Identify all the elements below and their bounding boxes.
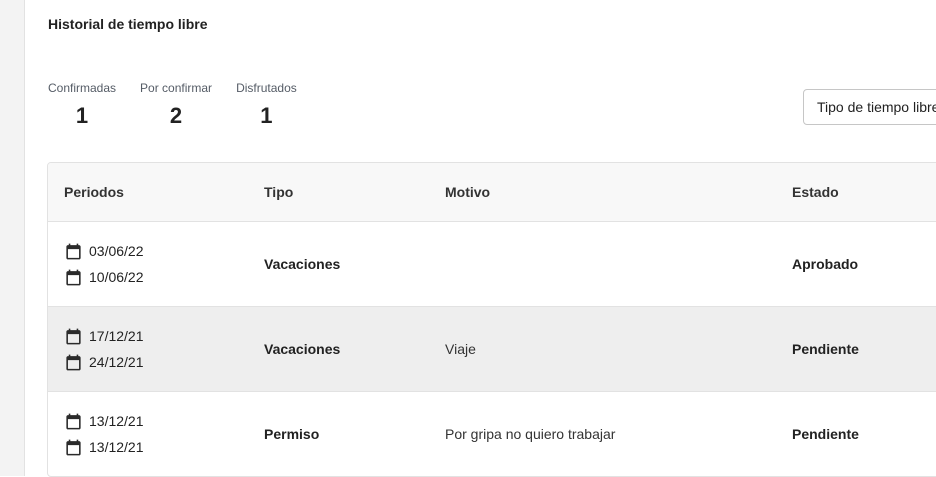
stat-value: 1 xyxy=(75,103,89,128)
calendar-icon xyxy=(66,269,81,285)
status-cell: Pendiente xyxy=(792,341,859,357)
column-header-reason[interactable]: Motivo xyxy=(429,184,776,200)
start-date: 13/12/21 xyxy=(64,408,248,434)
stat-value: 2 xyxy=(169,103,183,128)
type-cell: Permiso xyxy=(264,426,320,442)
calendar-icon xyxy=(66,328,81,344)
stat-enjoyed: Disfrutados 1 xyxy=(236,82,297,127)
date-text: 17/12/21 xyxy=(89,328,144,344)
stat-value: 1 xyxy=(260,103,273,128)
type-cell: Vacaciones xyxy=(264,341,341,357)
end-date: 13/12/21 xyxy=(64,434,248,460)
date-text: 10/06/22 xyxy=(89,269,144,285)
stat-pending: Por confirmar 2 xyxy=(140,82,212,127)
calendar-icon xyxy=(66,354,81,370)
stat-label: Disfrutados xyxy=(236,81,297,95)
stat-label: Por confirmar xyxy=(140,81,213,95)
period-cell: 13/12/21 13/12/21 xyxy=(48,408,248,460)
start-date: 03/06/22 xyxy=(64,238,248,264)
calendar-icon xyxy=(66,413,81,429)
calendar-icon xyxy=(66,439,81,455)
stat-label: Confirmadas xyxy=(48,81,117,95)
date-text: 24/12/21 xyxy=(89,354,144,370)
period-cell: 03/06/22 10/06/22 xyxy=(48,238,248,290)
date-text: 03/06/22 xyxy=(89,243,144,259)
section-title: Historial de tiempo libre xyxy=(48,16,208,32)
period-cell: 17/12/21 24/12/21 xyxy=(48,323,248,375)
date-text: 13/12/21 xyxy=(89,413,144,429)
stats-summary: Confirmadas 1 Por confirmar 2 Disfrutado… xyxy=(48,82,321,127)
time-off-table: Periodos Tipo Motivo Estado 03/06/22 10/… xyxy=(47,162,936,477)
end-date: 24/12/21 xyxy=(64,349,248,375)
column-header-type[interactable]: Tipo xyxy=(248,184,429,200)
start-date: 17/12/21 xyxy=(64,323,248,349)
date-text: 13/12/21 xyxy=(89,439,144,455)
reason-cell: Viaje xyxy=(445,341,476,357)
end-date: 10/06/22 xyxy=(64,264,248,290)
status-cell: Pendiente xyxy=(792,426,859,442)
table-header-row: Periodos Tipo Motivo Estado xyxy=(48,163,936,221)
left-rail xyxy=(0,0,25,476)
column-header-period[interactable]: Periodos xyxy=(48,184,248,200)
column-header-status[interactable]: Estado xyxy=(776,184,936,200)
table-row[interactable]: 13/12/21 13/12/21 Permiso Por gripa no q… xyxy=(48,391,936,476)
stat-confirmed: Confirmadas 1 xyxy=(48,82,116,127)
table-row[interactable]: 17/12/21 24/12/21 Vacaciones Viaje Pendi… xyxy=(48,306,936,391)
reason-cell: Por gripa no quiero trabajar xyxy=(445,426,616,442)
type-cell: Vacaciones xyxy=(264,256,341,272)
status-cell: Aprobado xyxy=(792,256,859,272)
time-off-type-select[interactable]: Tipo de tiempo libre xyxy=(803,89,936,125)
table-row[interactable]: 03/06/22 10/06/22 Vacaciones Aprobado xyxy=(48,221,936,306)
calendar-icon xyxy=(66,243,81,259)
